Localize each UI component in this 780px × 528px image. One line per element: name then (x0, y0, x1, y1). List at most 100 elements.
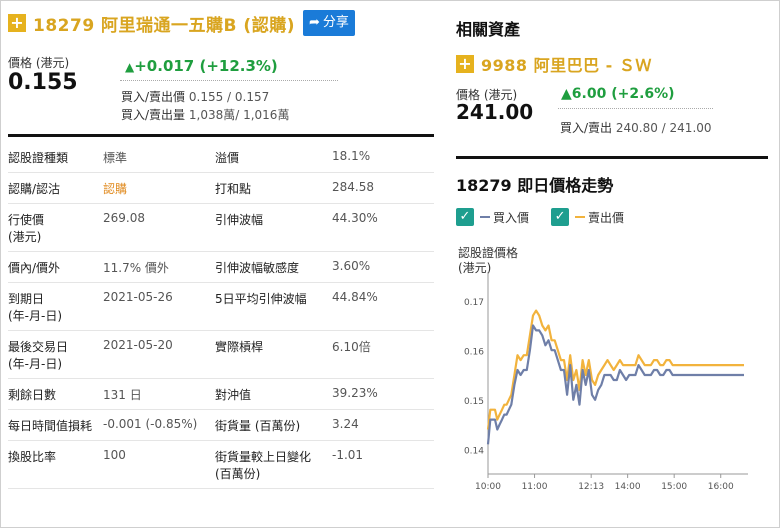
info-row: 價內/價外 11.7% 價外 引伸波幅敏感度 3.60% (8, 251, 434, 283)
bid-price-line (486, 324, 744, 445)
info-value-a: 11.7% 價外 (103, 251, 215, 283)
warrant-panel: + 18279 阿里瑞通一五購B (認購) ➦ 分享 價格 (港元) 0.155… (8, 8, 434, 130)
related-titlebar: + 9988 阿里巴巴 - ＳＷ (456, 52, 766, 76)
info-value-b: 3.60% (332, 251, 434, 283)
legend-bid[interactable]: ✓ 買入價 (456, 208, 529, 226)
warrant-title[interactable]: 18279 阿里瑞通一五購B (認購) (33, 11, 295, 36)
related-price-box: 價格 (港元) 241.00 ▲6.00 (+2.6%) 買入/賣出 240.8… (456, 76, 766, 146)
related-title[interactable]: 9988 阿里巴巴 - ＳＷ (481, 52, 652, 76)
info-value-a: 2021-05-26 (103, 282, 215, 331)
info-value-a: 2021-05-20 (103, 330, 215, 379)
triangle-up-icon: ▲ (561, 86, 572, 102)
info-label-b: 溢價 (215, 142, 332, 173)
info-value-b: 44.30% (332, 203, 434, 252)
info-value-a: 131 日 (103, 378, 215, 410)
info-value-b: 44.84% (332, 282, 434, 331)
info-row: 每日時間值損耗 -0.001 (-0.85%) 街貨量 (百萬份) 3.24 (8, 409, 434, 441)
info-label-a: 到期日 (年-月-日) (8, 282, 103, 331)
info-value-a: 標準 (103, 142, 215, 173)
info-row: 認股證種類 標準 溢價 18.1% (8, 142, 434, 173)
warrant-info-table: 認股證種類 標準 溢價 18.1% 認購/認沽 認購 打和點 284.58 行使價 (港元) 26… (8, 142, 434, 489)
x-tick-label: 10:00 (475, 482, 501, 492)
price-change-value: +0.017 (+12.3%) (134, 57, 278, 75)
info-value-a: 100 (103, 440, 215, 489)
price-value: 0.155 (8, 70, 78, 95)
info-label-b: 街貨量較上日變化 (百萬份) (215, 440, 332, 489)
info-label-a: 行使價 (港元) (8, 203, 103, 252)
legend-swatch-bid (480, 216, 490, 218)
divider (120, 80, 338, 81)
bid-ask-volume-value: 1,038萬/ 1,016萬 (188, 108, 290, 122)
x-tick-label: 11:00 (522, 482, 548, 492)
x-tick-label: 15:00 (661, 482, 687, 492)
y-tick-label: 0.17 (464, 298, 484, 308)
info-label-a: 每日時間值損耗 (8, 409, 103, 441)
check-icon[interactable]: ✓ (456, 208, 474, 226)
y-tick-label: 0.14 (464, 446, 484, 456)
bid-ask-volume-label: 買入/賣出量 (121, 108, 186, 122)
info-label-b: 打和點 (215, 172, 332, 204)
related-bid-ask-row: 買入/賣出 240.80 / 241.00 (560, 119, 712, 136)
info-label-a: 剩餘日數 (8, 378, 103, 410)
warrant-price-box: 價格 (港元) 0.155 ▲+0.017 (+12.3%) 買入/賣出價 0.… (8, 38, 434, 130)
info-value-b: -1.01 (332, 440, 434, 489)
legend-ask[interactable]: ✓ 賣出價 (551, 208, 624, 226)
related-heading: 相關資產 (456, 20, 521, 39)
triangle-up-icon: ▲ (125, 60, 135, 74)
divider (558, 108, 713, 109)
legend-ask-label: 賣出價 (588, 210, 625, 225)
related-price-change-value: 6.00 (+2.6%) (571, 86, 675, 102)
info-value-b: 284.58 (332, 172, 434, 204)
info-value-b: 39.23% (332, 378, 434, 410)
bid-ask-row: 買入/賣出價 0.155 / 0.157 (121, 88, 269, 105)
info-label-a: 最後交易日 (年-月-日) (8, 330, 103, 379)
info-label-a: 價內/價外 (8, 251, 103, 283)
related-asset-panel: 相關資產 + 9988 阿里巴巴 - ＳＷ 價格 (港元) 241.00 ▲6.… (456, 8, 766, 146)
info-label-a: 認股證種類 (8, 142, 103, 173)
info-value-b: 6.10倍 (332, 330, 434, 379)
info-label-b: 實際槓桿 (215, 330, 332, 379)
legend-swatch-ask (575, 216, 586, 218)
share-label: 分享 (322, 15, 349, 30)
related-bid-ask-value: 240.80 / 241.00 (615, 121, 712, 135)
info-row: 最後交易日 (年-月-日) 2021-05-20 實際槓桿 6.10倍 (8, 330, 434, 379)
related-price-value: 241.00 (456, 100, 534, 124)
info-row: 到期日 (年-月-日) 2021-05-26 5日平均引伸波幅 44.84% (8, 282, 434, 331)
warrant-titlebar: + 18279 阿里瑞通一五購B (認購) ➦ 分享 (8, 8, 434, 38)
info-row: 剩餘日數 131 日對沖值 39.23% (8, 378, 434, 410)
price-change: ▲+0.017 (+12.3%) (125, 57, 278, 75)
section-divider (8, 134, 434, 137)
price-chart: 0.17 0.16 0.15 0.14 10:00 11:00 12:13 14:00 15:0… (464, 272, 748, 492)
info-label-b: 5日平均引伸波幅 (215, 282, 332, 331)
info-label-b: 對沖值 (215, 378, 332, 410)
info-value-a: -0.001 (-0.85%) (103, 409, 215, 441)
info-label-b: 引伸波幅 (215, 203, 332, 252)
plus-icon[interactable]: + (456, 55, 474, 73)
bid-ask-label: 買入/賣出價 (121, 90, 186, 104)
x-tick-label: 12:13 (578, 482, 604, 492)
check-icon[interactable]: ✓ (551, 208, 570, 226)
section-divider (456, 156, 768, 159)
bid-ask-volume-row: 買入/賣出量 1,038萬/ 1,016萬 (121, 106, 289, 123)
info-row: 認購/認沽 認購 打和點 284.58 (8, 172, 434, 204)
y-tick-label: 0.15 (464, 397, 484, 407)
info-label-b: 引伸波幅敏感度 (215, 251, 332, 283)
share-button[interactable]: ➦ 分享 (302, 10, 355, 36)
chart-legend: ✓ 買入價 ✓ 賣出價 (456, 208, 646, 226)
share-arrow-icon: ➦ (308, 15, 320, 30)
chart-title: 18279 即日價格走勢 (456, 176, 614, 195)
plus-icon[interactable]: + (8, 14, 26, 32)
info-row: 行使價 (港元) 269.08 引伸波幅 44.30% (8, 203, 434, 252)
y-tick-label: 0.16 (464, 347, 484, 357)
x-tick-label: 16:00 (708, 482, 734, 492)
price-label: 價格 (港元) (8, 56, 70, 70)
info-value-b: 18.1% (332, 142, 434, 173)
x-tick-label: 14:00 (615, 482, 641, 492)
info-value-a: 認購 (103, 172, 215, 204)
related-bid-ask-label: 買入/賣出 (560, 121, 613, 135)
info-label-a: 認購/認沽 (8, 172, 103, 204)
related-price-change: ▲6.00 (+2.6%) (561, 86, 675, 102)
info-value-a: 269.08 (103, 203, 215, 252)
legend-bid-label: 買入價 (493, 210, 530, 225)
info-label-a: 換股比率 (8, 440, 103, 489)
